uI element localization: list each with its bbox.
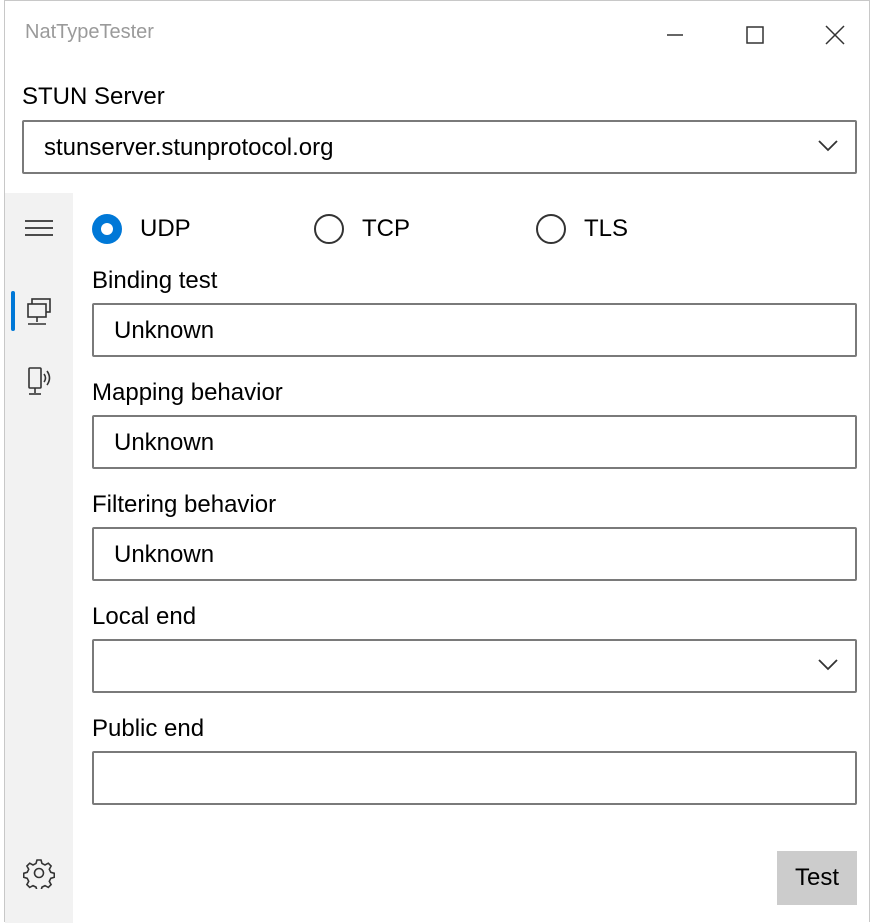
public-end-label: Public end (92, 715, 205, 742)
gear-icon (22, 859, 56, 892)
device-signal-icon (28, 367, 51, 395)
binding-test-label: Binding test (92, 267, 218, 294)
filtering-behavior-field[interactable]: Unknown (92, 527, 857, 581)
filtering-behavior-label: Filtering behavior (92, 491, 277, 518)
binding-test-field[interactable]: Unknown (92, 303, 857, 357)
minimize-icon (667, 34, 683, 36)
local-end-label: Local end (92, 603, 197, 630)
binding-test-value: Unknown (114, 317, 215, 344)
close-button[interactable] (815, 17, 855, 53)
test-button[interactable]: Test (777, 851, 857, 905)
minimize-button[interactable] (655, 17, 695, 53)
title-bar: NatTypeTester (5, 1, 869, 67)
mapping-behavior-label: Mapping behavior (92, 379, 283, 406)
close-icon (825, 25, 845, 45)
radio-tcp[interactable]: TCP (314, 211, 410, 247)
local-end-combobox[interactable] (92, 639, 857, 693)
radio-tcp-indicator (314, 214, 344, 244)
radio-tcp-label: TCP (362, 215, 410, 242)
maximize-icon (746, 26, 764, 44)
stun-server-combobox[interactable]: stunserver.stunprotocol.org (22, 120, 857, 174)
filtering-behavior-value: Unknown (114, 541, 215, 568)
navigation-sidebar (5, 193, 73, 923)
stun-server-label: STUN Server (22, 83, 165, 110)
stun-server-value: stunserver.stunprotocol.org (44, 134, 334, 161)
nav-menu-button[interactable] (23, 213, 55, 245)
network-monitor-icon (27, 298, 51, 325)
nav-item-rfc3489[interactable] (23, 365, 55, 397)
settings-button[interactable] (22, 857, 56, 892)
hamburger-icon (25, 220, 53, 236)
main-content: UDP TCP TLS Binding test Unknown Mapping… (73, 193, 869, 923)
maximize-button[interactable] (735, 17, 775, 53)
nav-selection-indicator (11, 291, 15, 331)
app-window: NatTypeTester STUN Server stunserver.stu… (4, 0, 870, 923)
chevron-down-icon (818, 140, 838, 152)
public-end-field[interactable] (92, 751, 857, 805)
radio-udp[interactable]: UDP (92, 211, 191, 247)
radio-tls-label: TLS (584, 215, 629, 242)
window-title: NatTypeTester (25, 21, 154, 43)
nav-item-nat-test[interactable] (23, 296, 55, 328)
chevron-down-icon (818, 659, 838, 671)
radio-tls[interactable]: TLS (536, 211, 628, 247)
radio-udp-indicator (92, 214, 122, 244)
mapping-behavior-field[interactable]: Unknown (92, 415, 857, 469)
mapping-behavior-value: Unknown (114, 429, 215, 456)
radio-udp-label: UDP (140, 215, 191, 242)
radio-tls-indicator (536, 214, 566, 244)
